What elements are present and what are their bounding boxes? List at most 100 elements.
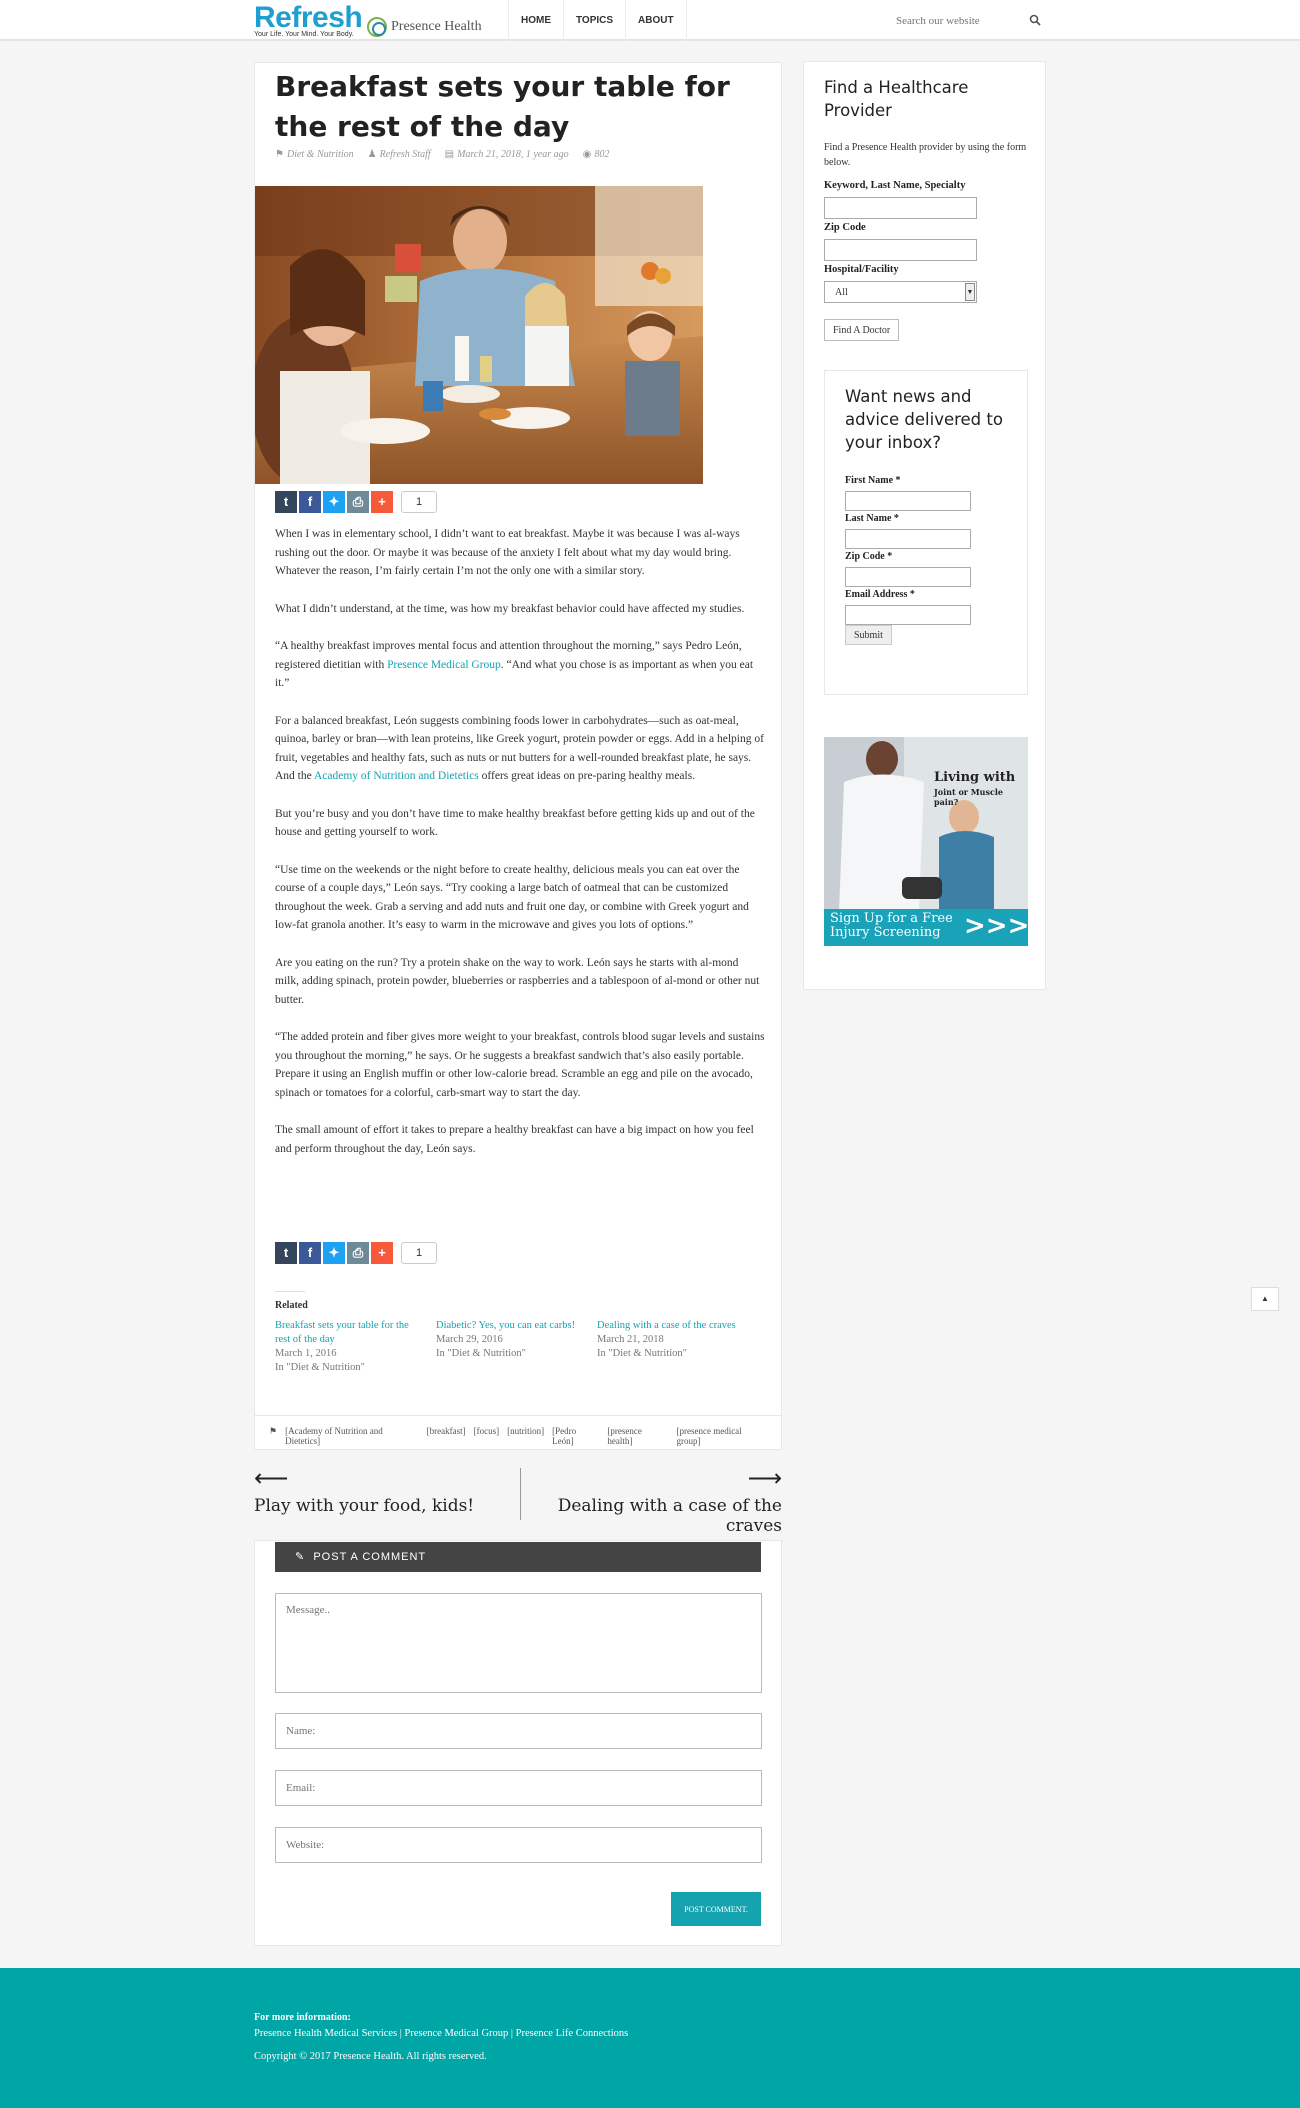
search-icon[interactable] bbox=[1029, 14, 1041, 26]
find-provider-description: Find a Presence Health provider by using… bbox=[824, 142, 1027, 168]
academy-nutrition-link[interactable]: Academy of Nutrition and Dietetics bbox=[314, 770, 479, 782]
first-name-input[interactable] bbox=[845, 491, 971, 511]
meta-category[interactable]: ⚑ Diet & Nutrition bbox=[275, 149, 354, 160]
email-field[interactable] bbox=[275, 1770, 762, 1806]
article-paragraph: The small amount of effort it takes to p… bbox=[275, 1124, 754, 1155]
website-field[interactable] bbox=[275, 1827, 762, 1863]
related-category: In "Diet & Nutrition" bbox=[275, 1362, 365, 1373]
article-paragraph: “A healthy breakfast improves mental foc… bbox=[275, 637, 765, 693]
tag-link[interactable]: [breakfast] bbox=[427, 1426, 466, 1439]
find-provider-title: Find a Healthcare Provider bbox=[824, 78, 969, 120]
eye-icon: ◉ bbox=[582, 149, 592, 160]
comment-heading: ✎ POST A COMMENT bbox=[275, 1542, 761, 1572]
article-paragraph: For a balanced breakfast, León suggests … bbox=[275, 712, 765, 786]
tag-link[interactable]: [Academy of Nutrition and Dietetics] bbox=[285, 1426, 419, 1446]
search-input[interactable] bbox=[880, 10, 1020, 32]
hero-image bbox=[255, 186, 703, 484]
paragraph-text: offers great ideas on pre-paring healthy… bbox=[478, 770, 696, 782]
email-address-input[interactable] bbox=[845, 605, 971, 625]
comment-form: ✎ POST A COMMENT POST COMMENT. bbox=[254, 1540, 782, 1946]
article-paragraph: What I didn’t understand, at the time, w… bbox=[275, 602, 745, 615]
facebook-icon[interactable]: f bbox=[299, 1242, 321, 1264]
article-paragraph: Are you eating on the run? Try a protein… bbox=[275, 956, 760, 1006]
hospital-label: Hospital/Facility bbox=[824, 264, 899, 275]
article-body: When I was in elementary school, I didn’… bbox=[275, 525, 765, 1177]
article-title: Breakfast sets your table for the rest o… bbox=[275, 70, 730, 143]
nav-topics[interactable]: TOPICS bbox=[563, 0, 625, 41]
print-icon[interactable]: ⎙ bbox=[347, 491, 369, 513]
more-share-icon[interactable]: + bbox=[371, 491, 393, 513]
facebook-icon[interactable]: f bbox=[299, 491, 321, 513]
zip-code-input[interactable] bbox=[845, 567, 971, 587]
zip-input[interactable] bbox=[824, 239, 977, 261]
email-address-label: Email Address * bbox=[845, 589, 915, 600]
nav-about[interactable]: ABOUT bbox=[625, 0, 687, 41]
related-date: March 21, 2018 bbox=[597, 1334, 664, 1345]
tag-list: ⚑ [Academy of Nutrition and Dietetics] [… bbox=[255, 1415, 781, 1449]
related-item: Breakfast sets your table for the rest o… bbox=[275, 1319, 416, 1375]
footer-heading: For more information: bbox=[254, 2012, 351, 2023]
arrow-left-icon: ⟵ bbox=[254, 1464, 289, 1492]
keyword-label: Keyword, Last Name, Specialty bbox=[824, 180, 966, 191]
twitter-icon[interactable]: ✦ bbox=[323, 1242, 345, 1264]
post-navigation: ⟵ Play with your food, kids! ⟶ Dealing w… bbox=[254, 1464, 782, 1536]
meta-views: ◉ 802 bbox=[583, 149, 610, 160]
tag-link[interactable]: [presence medical group] bbox=[676, 1426, 767, 1446]
name-field[interactable] bbox=[275, 1713, 762, 1749]
tags-icon: ⚑ bbox=[269, 1426, 278, 1436]
search-box bbox=[880, 10, 1045, 32]
keyword-input[interactable] bbox=[824, 197, 977, 219]
tag-link[interactable]: [focus] bbox=[474, 1426, 500, 1439]
share-bar-top: t f ✦ ⎙ + 1 bbox=[275, 491, 437, 513]
ad-cta-line-2: Injury Screening bbox=[830, 925, 941, 940]
tumblr-icon[interactable]: t bbox=[275, 491, 297, 513]
site-footer: For more information: Presence Health Me… bbox=[0, 1968, 1300, 2108]
related-date: March 1, 2016 bbox=[275, 1348, 337, 1359]
print-icon[interactable]: ⎙ bbox=[347, 1242, 369, 1264]
related-link[interactable]: Breakfast sets your table for the rest o… bbox=[275, 1319, 416, 1347]
comment-heading-label: POST A COMMENT bbox=[313, 1551, 427, 1563]
article-paragraph: “Use time on the weekends or the night b… bbox=[275, 863, 749, 932]
next-post[interactable]: ⟶ Dealing with a case of the craves bbox=[520, 1464, 782, 1536]
footer-links[interactable]: Presence Health Medical Services | Prese… bbox=[254, 2026, 628, 2042]
nav-home[interactable]: HOME bbox=[508, 0, 563, 41]
presence-health-logo[interactable]: Presence Health bbox=[367, 17, 482, 37]
meta-author-label: Refresh Staff bbox=[379, 149, 431, 160]
article-paragraph: But you’re busy and you don’t have time … bbox=[275, 807, 755, 839]
chevron-up-icon: ▲ bbox=[1261, 1294, 1269, 1303]
site-header: Refresh Your Life. Your Mind. Your Body.… bbox=[0, 0, 1300, 41]
back-to-top-button[interactable]: ▲ bbox=[1251, 1287, 1279, 1311]
more-share-icon[interactable]: + bbox=[371, 1242, 393, 1264]
newsletter-box: Want news and advice delivered to your i… bbox=[824, 370, 1028, 695]
last-name-input[interactable] bbox=[845, 529, 971, 549]
ad-cta-line-1: Sign Up for a Free bbox=[830, 911, 953, 926]
related-posts: Related Breakfast sets your table for th… bbox=[275, 1291, 765, 1375]
related-link[interactable]: Dealing with a case of the craves bbox=[597, 1319, 738, 1333]
refresh-logo[interactable]: Refresh Your Life. Your Mind. Your Body. bbox=[254, 1, 363, 39]
presence-medical-group-link[interactable]: Presence Medical Group bbox=[387, 659, 501, 671]
message-textarea[interactable] bbox=[275, 1593, 762, 1693]
tag-link[interactable]: [presence health] bbox=[607, 1426, 668, 1446]
post-comment-button[interactable]: POST COMMENT. bbox=[671, 1892, 761, 1926]
hospital-select[interactable]: All ▼ bbox=[824, 281, 977, 303]
tag-link[interactable]: [Pedro León] bbox=[552, 1426, 599, 1446]
article-meta: ⚑ Diet & Nutrition ♟ Refresh Staff ▤ March … bbox=[275, 149, 609, 160]
meta-views-label: 802 bbox=[594, 149, 610, 160]
tumblr-icon[interactable]: t bbox=[275, 1242, 297, 1264]
meta-date: ▤ March 21, 2018, 1 year ago bbox=[445, 149, 569, 160]
logo-text: Refresh bbox=[254, 1, 363, 34]
meta-author[interactable]: ♟ Refresh Staff bbox=[368, 149, 431, 160]
find-doctor-button[interactable]: Find A Doctor bbox=[824, 319, 900, 341]
related-link[interactable]: Diabetic? Yes, you can eat carbs! bbox=[436, 1319, 577, 1333]
tag-link[interactable]: [nutrition] bbox=[507, 1426, 544, 1439]
chevron-down-icon: ▼ bbox=[965, 283, 975, 301]
arrow-right-icon: ⟶ bbox=[747, 1464, 782, 1492]
newsletter-submit-button[interactable]: Submit bbox=[845, 625, 892, 645]
meta-date-label: March 21, 2018, 1 year ago bbox=[457, 149, 569, 160]
injury-screening-ad[interactable]: Living with Joint or Muscle pain? Sign U… bbox=[824, 737, 1028, 946]
related-heading: Related bbox=[275, 1291, 308, 1311]
first-name-label: First Name * bbox=[845, 475, 901, 486]
twitter-icon[interactable]: ✦ bbox=[323, 491, 345, 513]
tag-icon: ⚑ bbox=[275, 149, 284, 160]
previous-post[interactable]: ⟵ Play with your food, kids! bbox=[254, 1464, 516, 1516]
